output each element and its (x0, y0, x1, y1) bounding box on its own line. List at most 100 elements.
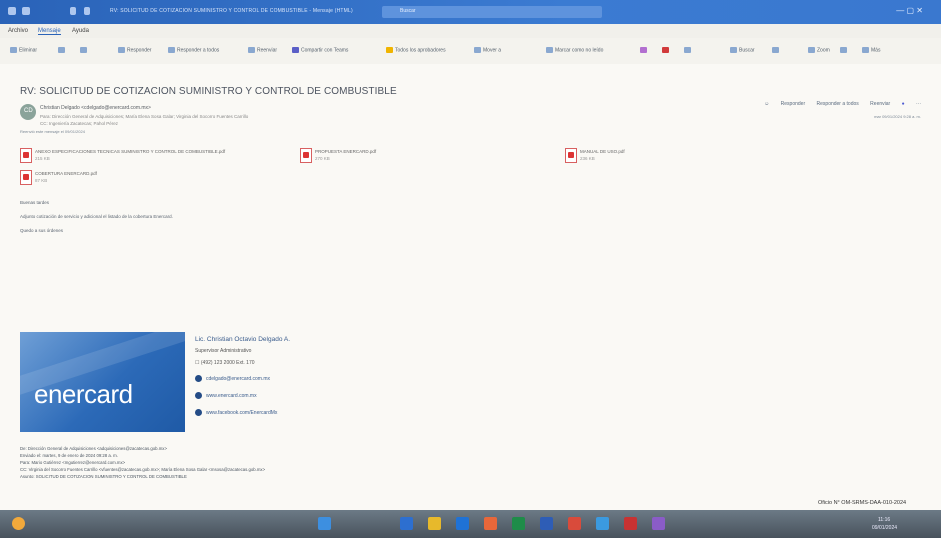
policy-icon (684, 47, 691, 53)
report-icon (80, 47, 87, 53)
search-placeholder: Buscar (400, 8, 416, 14)
archive-icon (58, 47, 65, 53)
pdf-icon (20, 170, 32, 185)
taskbar: 11:16 09/01/2024 (0, 510, 941, 538)
report-button[interactable] (80, 47, 89, 53)
quicksteps-icon (386, 47, 393, 53)
logo-text-b: card (84, 379, 133, 409)
outlook-icon (8, 7, 16, 15)
avatar[interactable]: CD (20, 104, 36, 120)
signature-name: Lic. Christian Octavio Delgado A. (195, 336, 291, 343)
pdf-icon (300, 148, 312, 163)
attachment-4[interactable]: COBERTURA ENERCARD.pdf 87 KB (20, 170, 240, 186)
teams-taskbar-icon[interactable] (652, 517, 665, 530)
ribbon-toolbar: Eliminar Responder Responder a todos Ree… (0, 38, 941, 65)
quicksteps-button[interactable]: Todos los aprobadores (386, 47, 446, 53)
word-icon[interactable] (540, 517, 553, 530)
trash-icon (10, 47, 17, 53)
email-subject: RV: SOLICITUD DE COTIZACION SUMINISTRO Y… (20, 86, 397, 97)
chrome-icon[interactable] (568, 517, 581, 530)
fwd-to: Para: Mario Gutiérrez <mgutierrez@enerca… (20, 460, 126, 465)
email-actions: ☺ Responder Responder a todos Reenviar ●… (754, 101, 921, 107)
undo-icon[interactable] (84, 7, 90, 15)
attachment-name: ANEXO ESPECIFICACIONES TECNICAS SUMINIST… (35, 149, 226, 154)
flag-button[interactable] (662, 47, 671, 53)
attachment-size: 87 KB (35, 178, 48, 183)
web-icon (195, 392, 202, 399)
outlook-taskbar-icon[interactable] (456, 517, 469, 530)
menu-archivo[interactable]: Archivo (8, 28, 28, 34)
categorize-button[interactable] (640, 47, 649, 53)
header-reply-all-button[interactable]: Responder a todos (817, 101, 859, 107)
teams-header-icon[interactable]: ● (902, 101, 905, 107)
viva-icon (840, 47, 847, 53)
signature-role: Supervisor Administrativo (195, 348, 252, 354)
body-closing: Quedo a sus órdenes (20, 228, 64, 233)
taskbar-clock: 11:16 (878, 517, 891, 523)
email-sender[interactable]: Christian Delgado <cdelgado@enercard.com… (40, 105, 151, 111)
fwd-cc: CC: Virginia del Socorro Fuentes Carrill… (20, 467, 266, 472)
window-title: RV: SOLICITUD DE COTIZACION SUMINISTRO Y… (110, 8, 353, 14)
policy-button[interactable] (684, 47, 693, 53)
header-reply-button[interactable]: Responder (781, 101, 805, 107)
signature-phone: ☐ (492) 123 2000 Ext. 170 (195, 360, 255, 366)
translate-button[interactable] (772, 47, 781, 53)
forwarded-note: Reenvió este mensaje el 09/01/2024 (20, 129, 85, 134)
zoom-button[interactable]: Zoom (808, 47, 830, 53)
taskview-icon[interactable] (400, 517, 413, 530)
archive-button[interactable] (58, 47, 67, 53)
more-button[interactable]: Más (862, 47, 880, 53)
emoji-icon[interactable]: ☺ (764, 101, 769, 107)
reply-icon (118, 47, 125, 53)
weather-icon[interactable] (12, 517, 25, 530)
enercard-logo: enercard (20, 332, 185, 432)
magnifier-icon (730, 47, 737, 53)
save-icon[interactable] (70, 7, 76, 15)
attachment-size: 270 KB (315, 156, 330, 161)
pdf-icon (565, 148, 577, 163)
taskbar-date: 09/01/2024 (872, 525, 898, 531)
office-icon[interactable] (484, 517, 497, 530)
attachment-1[interactable]: ANEXO ESPECIFICACIONES TECNICAS SUMINIST… (20, 148, 290, 164)
forward-button[interactable]: Reenviar (248, 47, 277, 53)
apps-icon[interactable] (22, 7, 30, 15)
fwd-from: De: Dirección General de Adquisiciones <… (20, 446, 167, 451)
find-button[interactable]: Buscar (730, 47, 755, 53)
menu-bar: Archivo Mensaje Ayuda (0, 24, 941, 38)
reply-all-button[interactable]: Responder a todos (168, 47, 219, 53)
excel-icon[interactable] (512, 517, 525, 530)
header-forward-button[interactable]: Reenviar (870, 101, 890, 107)
window-titlebar: RV: SOLICITUD DE COTIZACION SUMINISTRO Y… (0, 0, 941, 24)
window-controls-icon[interactable]: — ▢ ✕ (896, 6, 923, 15)
menu-ayuda[interactable]: Ayuda (72, 28, 89, 34)
folder-icon[interactable] (428, 517, 441, 530)
menu-mensaje[interactable]: Mensaje (38, 28, 61, 35)
tag-icon (640, 47, 647, 53)
forward-icon (248, 47, 255, 53)
attachment-size: 215 KB (35, 156, 50, 161)
mark-read-button[interactable]: Marcar como no leído (546, 47, 603, 53)
attachment-3[interactable]: MANUAL DE USO.pdf 236 KB (565, 148, 815, 164)
envelope-icon (546, 47, 553, 53)
attachment-2[interactable]: PROPUESTA ENERCARD.pdf 270 KB (300, 148, 520, 164)
signature-facebook[interactable]: www.facebook.com/EnercardMx (206, 410, 277, 416)
translate-icon (772, 47, 779, 53)
start-icon[interactable] (318, 517, 331, 530)
delete-button[interactable]: Eliminar (10, 47, 37, 53)
pdf-app-icon[interactable] (624, 517, 637, 530)
email-cc: CC: Ingeniería Zacatecas; Pahol Pérez (40, 121, 119, 126)
move-button[interactable]: Mover a (474, 47, 501, 53)
more-actions-icon[interactable]: ··· (916, 101, 921, 107)
signature-web[interactable]: www.enercard.com.mx (206, 393, 257, 399)
move-icon (474, 47, 481, 53)
flag-icon (662, 47, 669, 53)
search-box[interactable]: Buscar (382, 6, 602, 18)
viva-button[interactable] (840, 47, 849, 53)
reply-button[interactable]: Responder (118, 47, 151, 53)
attachment-name: COBERTURA ENERCARD.pdf (35, 171, 97, 176)
body-greeting: Buenas tardes (20, 200, 50, 205)
signature-email[interactable]: cdelgado@enercard.com.mx (206, 376, 270, 382)
teams-button[interactable]: Compartir con Teams (292, 47, 348, 53)
logo-text-a: ener (34, 379, 85, 409)
edge-icon[interactable] (596, 517, 609, 530)
